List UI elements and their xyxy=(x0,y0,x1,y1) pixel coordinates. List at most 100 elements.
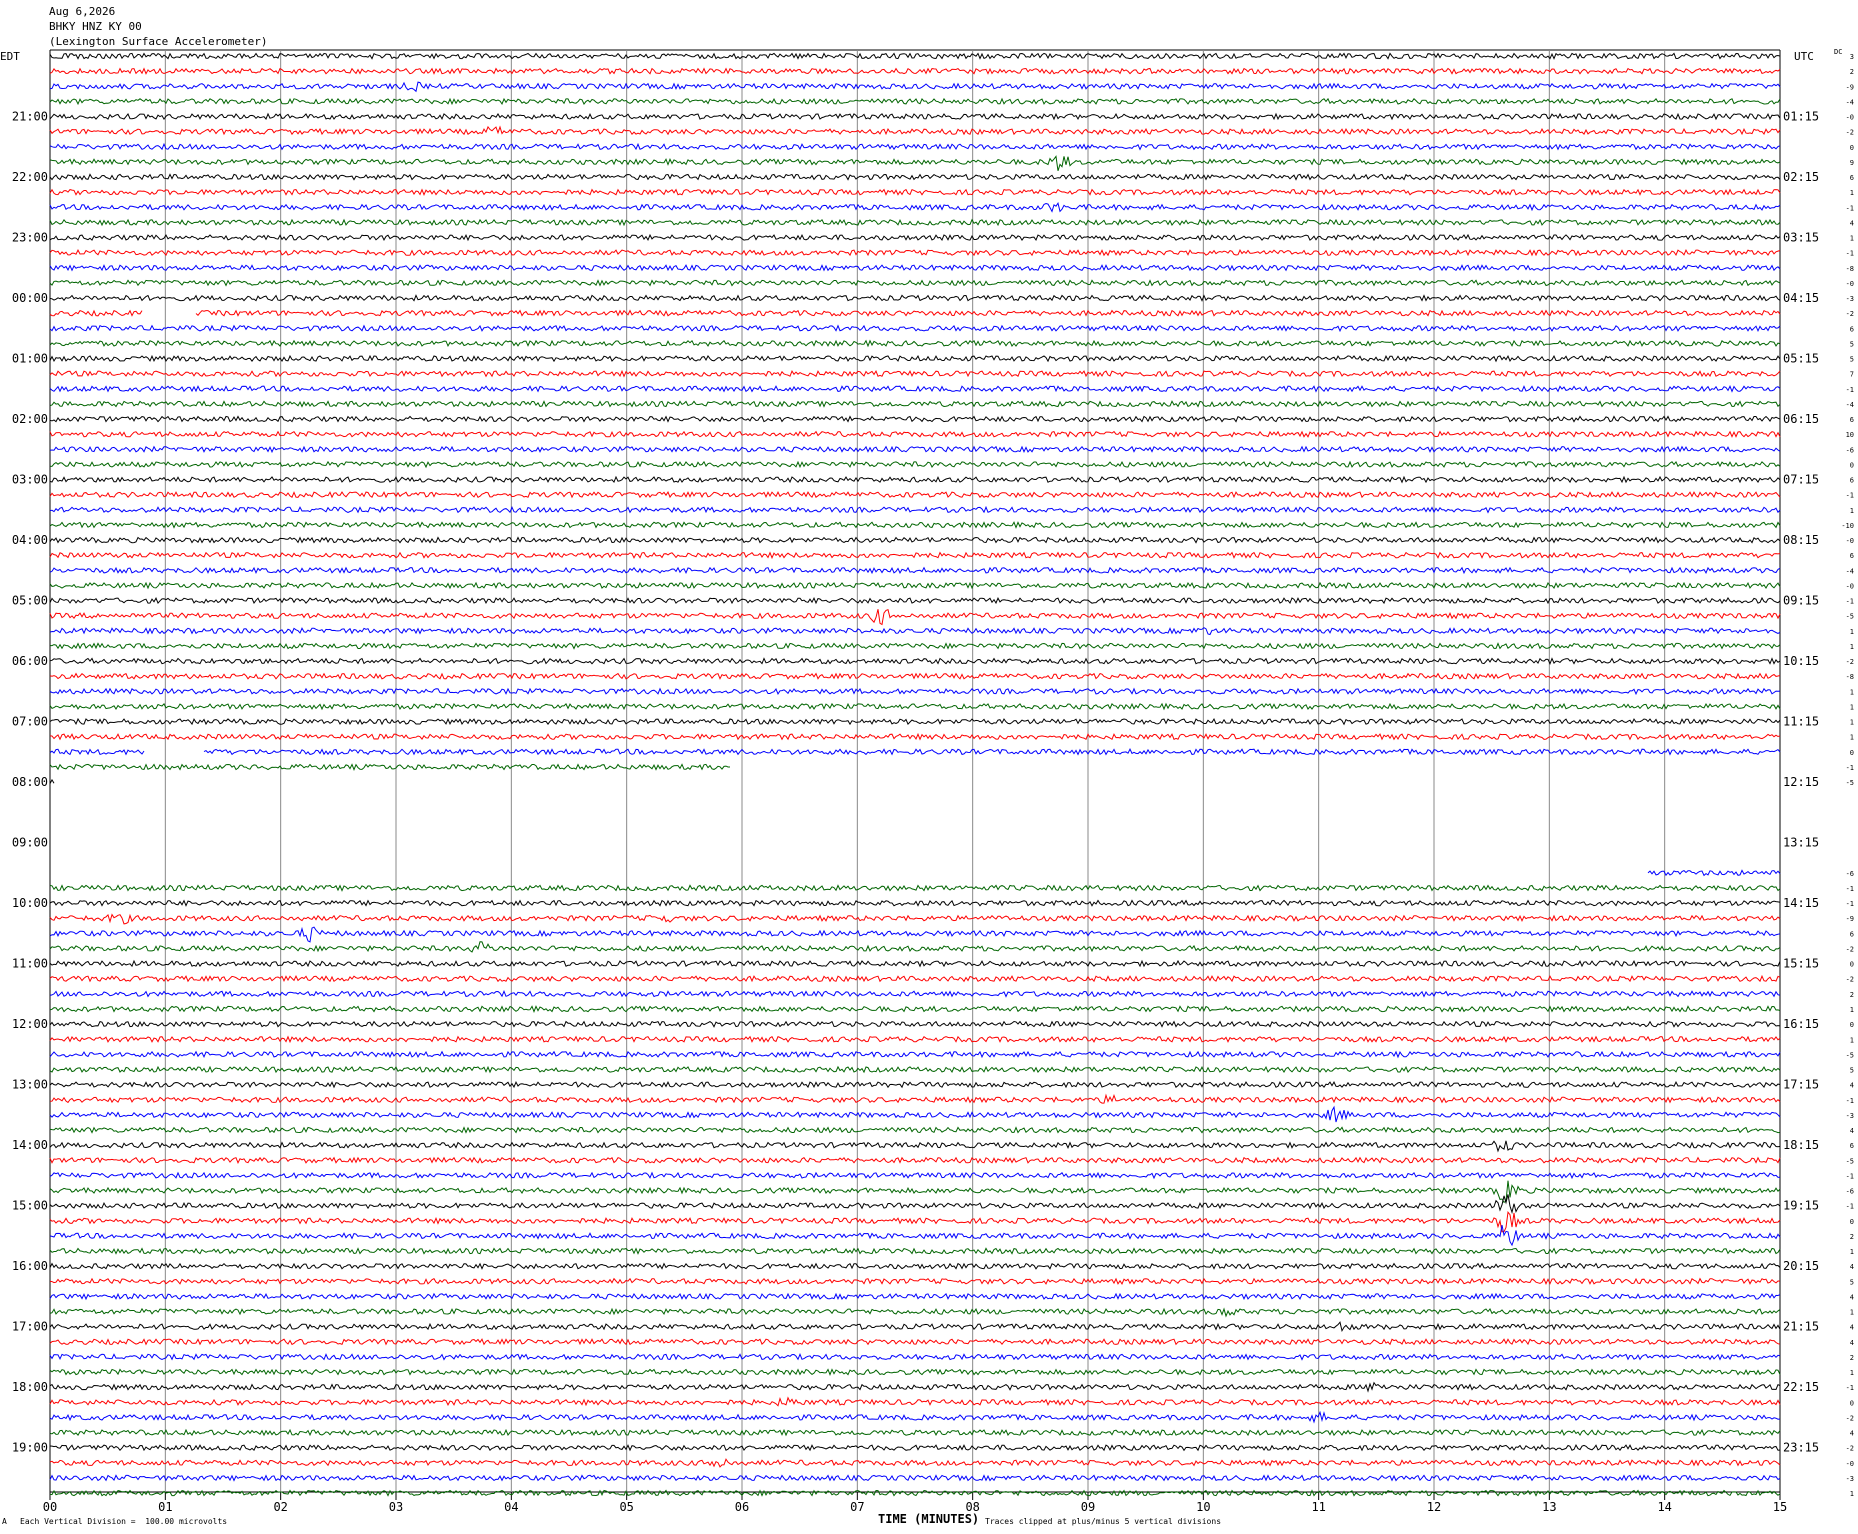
dc-offset-label: -1 xyxy=(1846,900,1854,908)
dc-offset-label: -1 xyxy=(1846,598,1854,606)
right-hour-label: 06:15 xyxy=(1783,412,1819,426)
trace-line xyxy=(50,780,1780,785)
dc-offset-label: 1 xyxy=(1850,643,1854,651)
right-hour-label: 01:15 xyxy=(1783,110,1819,124)
trace-line xyxy=(49,1381,1781,1393)
trace-line xyxy=(49,1338,1781,1346)
x-tick-label: 01 xyxy=(158,1500,172,1514)
x-tick-label: 00 xyxy=(43,1500,57,1514)
trace-line xyxy=(49,264,1781,272)
trace-line xyxy=(49,430,1781,438)
dc-offset-label: 1 xyxy=(1850,507,1854,515)
right-hour-label: 07:15 xyxy=(1783,473,1819,487)
trace-line xyxy=(49,1050,1781,1059)
right-hour-label: 22:15 xyxy=(1783,1380,1819,1394)
dc-offset-label: -2 xyxy=(1846,976,1854,984)
right-hour-label: 21:15 xyxy=(1783,1320,1819,1334)
dc-offset-label: -2 xyxy=(1846,1445,1854,1453)
dc-offset-label: 7 xyxy=(1850,371,1854,379)
trace-line xyxy=(49,1140,1781,1153)
trace-line xyxy=(49,188,1781,196)
trace-line xyxy=(49,1020,1781,1028)
trace-line xyxy=(49,1156,1781,1165)
dc-offset-label: 1 xyxy=(1850,688,1854,696)
trace-line xyxy=(49,1262,1781,1270)
dc-offset-label: 4 xyxy=(1850,1339,1854,1347)
trace-line xyxy=(49,521,1781,529)
dc-offset-label: -1 xyxy=(1846,1384,1854,1392)
trace-line xyxy=(49,627,1781,636)
dc-offset-label: -3 xyxy=(1846,1475,1854,1483)
trace-line xyxy=(49,989,1781,998)
dc-offset-label: -4 xyxy=(1846,401,1854,409)
trace-line xyxy=(49,1194,1781,1215)
trace-line xyxy=(49,884,1781,892)
trace-line xyxy=(49,491,1781,499)
trace-line xyxy=(49,1171,1781,1180)
trace-line xyxy=(49,717,1781,726)
trace-line xyxy=(49,913,1781,925)
left-hour-label: 02:00 xyxy=(12,412,48,426)
trace-line xyxy=(49,672,1781,680)
trace-line xyxy=(49,112,1781,121)
dc-offset-label: 4 xyxy=(1850,1263,1854,1271)
dc-offset-label: 1 xyxy=(1850,703,1854,711)
dc-offset-label: 1 xyxy=(1850,719,1854,727)
dc-offset-label: -1 xyxy=(1846,1172,1854,1180)
trace-line xyxy=(49,1458,1781,1468)
trace-line xyxy=(49,926,1781,943)
dc-offset-label: 10 xyxy=(1846,431,1854,439)
left-hour-label: 11:00 xyxy=(12,957,48,971)
left-hour-label: 04:00 xyxy=(12,533,48,547)
dc-offset-label: 1 xyxy=(1850,1006,1854,1014)
left-hour-label: 19:00 xyxy=(12,1441,48,1455)
left-hour-label: 06:00 xyxy=(12,654,48,668)
dc-offset-label: -5 xyxy=(1846,1051,1854,1059)
trace-line xyxy=(49,309,1781,317)
left-hour-label: 14:00 xyxy=(12,1138,48,1152)
trace-line xyxy=(49,294,1781,302)
dc-offset-label: -8 xyxy=(1846,265,1854,273)
dc-offset-label: 2 xyxy=(1850,68,1854,76)
dc-offset-label: 5 xyxy=(1850,340,1854,348)
trace-line xyxy=(50,764,1780,769)
trace-line xyxy=(49,1080,1781,1089)
dc-offset-label: -5 xyxy=(1846,613,1854,621)
right-hour-label: 19:15 xyxy=(1783,1199,1819,1213)
x-tick-label: 14 xyxy=(1657,1500,1671,1514)
left-hour-label: 00:00 xyxy=(12,291,48,305)
trace-line xyxy=(49,1396,1781,1407)
trace-line xyxy=(49,155,1781,171)
trace-line xyxy=(49,687,1781,696)
dc-offset-label: 1 xyxy=(1850,235,1854,243)
trace-line xyxy=(49,400,1781,408)
trace-line xyxy=(49,415,1781,423)
right-hour-label: 12:15 xyxy=(1783,775,1819,789)
trace-line xyxy=(49,566,1781,575)
trace-line xyxy=(49,581,1781,590)
x-tick-label: 02 xyxy=(273,1500,287,1514)
dc-offset-label: -3 xyxy=(1846,295,1854,303)
trace-line xyxy=(49,1126,1781,1134)
trace-line xyxy=(49,52,1781,60)
dc-offset-label: 6 xyxy=(1850,174,1854,182)
trace-line xyxy=(49,657,1781,665)
dc-offset-label: 4 xyxy=(1850,1082,1854,1090)
trace-line xyxy=(49,748,1781,756)
trace-line xyxy=(49,941,1781,953)
trace-line xyxy=(49,596,1781,605)
dc-offset-label: -1 xyxy=(1846,1203,1854,1211)
trace-line xyxy=(49,1277,1781,1285)
helicorder-plot: 00 01 02 03 04 05 06 07 08 09 10 11 12 13 14 1521:0022:… xyxy=(12,49,1854,1514)
corner-mark: A xyxy=(2,1517,7,1526)
x-tick-label: 05 xyxy=(619,1500,633,1514)
trace-line xyxy=(49,1292,1781,1301)
dc-offset-label: 2 xyxy=(1850,1233,1854,1241)
dc-offset-label: 4 xyxy=(1850,1127,1854,1135)
left-hour-label: 07:00 xyxy=(12,715,48,729)
dc-offset-label: 1 xyxy=(1850,1248,1854,1256)
dc-offset-label: -0 xyxy=(1846,537,1854,545)
dc-offset-label: 2 xyxy=(1850,991,1854,999)
right-hour-label: 13:15 xyxy=(1783,836,1819,850)
dc-offset-label: 0 xyxy=(1850,749,1854,757)
